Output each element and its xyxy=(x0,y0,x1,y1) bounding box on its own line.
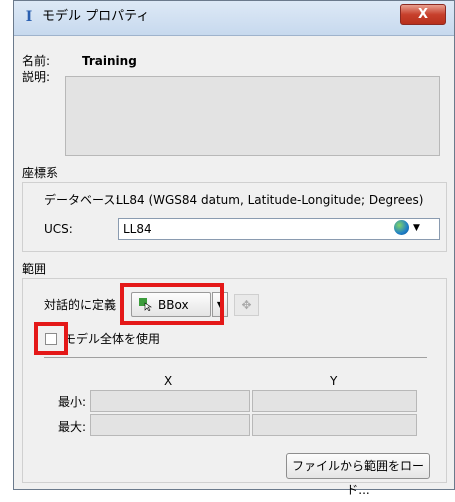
min-y-field[interactable] xyxy=(252,390,417,412)
ucs-value: LL84 xyxy=(123,222,152,236)
dialog-title: モデル プロパティ xyxy=(42,9,150,24)
chevron-down-icon[interactable]: ▼ xyxy=(413,223,420,233)
name-value: Training xyxy=(82,54,137,68)
ucs-label: UCS: xyxy=(44,222,73,236)
close-button[interactable]: X xyxy=(400,4,446,25)
pick-icon[interactable]: ✥ xyxy=(234,294,259,316)
app-icon: I xyxy=(25,9,33,25)
name-label: 名前: xyxy=(22,54,51,68)
extent-section-label: 範囲 xyxy=(22,262,47,276)
description-label: 説明: xyxy=(22,70,51,84)
y-column-header: Y xyxy=(330,374,338,388)
highlight-box-checkbox xyxy=(34,322,68,355)
database-value: LL84 (WGS84 datum, Latitude-Longitude; D… xyxy=(116,193,424,207)
globe-icon[interactable] xyxy=(394,220,409,235)
x-column-header: X xyxy=(164,374,173,388)
max-y-field[interactable] xyxy=(252,414,417,436)
highlight-box-bbox xyxy=(120,283,224,325)
separator xyxy=(44,357,427,358)
ucs-input[interactable] xyxy=(118,218,440,240)
coordinate-system-section-label: 座標系 xyxy=(22,166,59,180)
max-x-field[interactable] xyxy=(90,414,250,436)
interactive-define-label: 対話的に定義 xyxy=(44,298,117,312)
min-label: 最小: xyxy=(58,395,87,409)
load-extent-from-file-button[interactable]: ファイルから範囲をロード... xyxy=(286,453,430,497)
description-field[interactable] xyxy=(65,76,440,156)
min-x-field[interactable] xyxy=(90,390,250,412)
use-entire-model-label: モデル全体を使用 xyxy=(64,332,161,346)
database-label: データベース: xyxy=(44,193,120,207)
max-label: 最大: xyxy=(58,420,87,434)
